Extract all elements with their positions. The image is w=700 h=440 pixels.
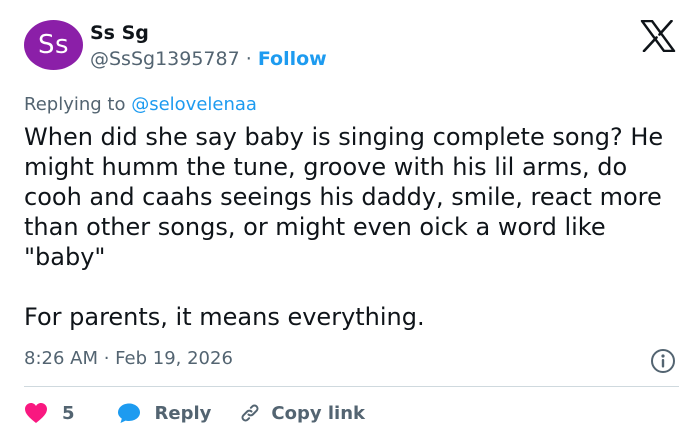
follow-button[interactable]: Follow: [258, 48, 327, 70]
handle-separator: ·: [245, 48, 252, 70]
replying-to: Replying to @selovelenaa: [24, 94, 257, 115]
x-logo-icon[interactable]: [640, 20, 676, 52]
reply-button[interactable]: Reply: [117, 402, 212, 424]
info-icon[interactable]: [650, 348, 676, 374]
avatar[interactable]: Ss: [24, 20, 83, 70]
like-count: 5: [62, 402, 75, 424]
avatar-initials: Ss: [37, 30, 70, 60]
tweet-text: When did she say baby is singing complet…: [24, 123, 664, 331]
replying-to-mention[interactable]: @selovelenaa: [131, 94, 257, 115]
author-name[interactable]: Ss Sg: [90, 22, 149, 44]
author-handle[interactable]: @SsSg1395787: [90, 48, 240, 70]
link-icon: [241, 404, 259, 422]
copy-link-label: Copy link: [271, 402, 365, 424]
speech-bubble-icon: [117, 403, 140, 423]
copy-link-button[interactable]: Copy link: [239, 402, 365, 424]
reply-label: Reply: [154, 402, 212, 424]
heart-icon: [25, 403, 47, 423]
like-button[interactable]: 5: [24, 402, 75, 424]
tweet-timestamp[interactable]: 8:26 AM · Feb 19, 2026: [24, 348, 233, 369]
action-bar: 5 Reply Copy link: [24, 400, 365, 426]
replying-to-prefix: Replying to: [24, 94, 126, 115]
divider: [24, 386, 679, 387]
author-handle-row: @SsSg1395787 · Follow: [90, 48, 327, 70]
